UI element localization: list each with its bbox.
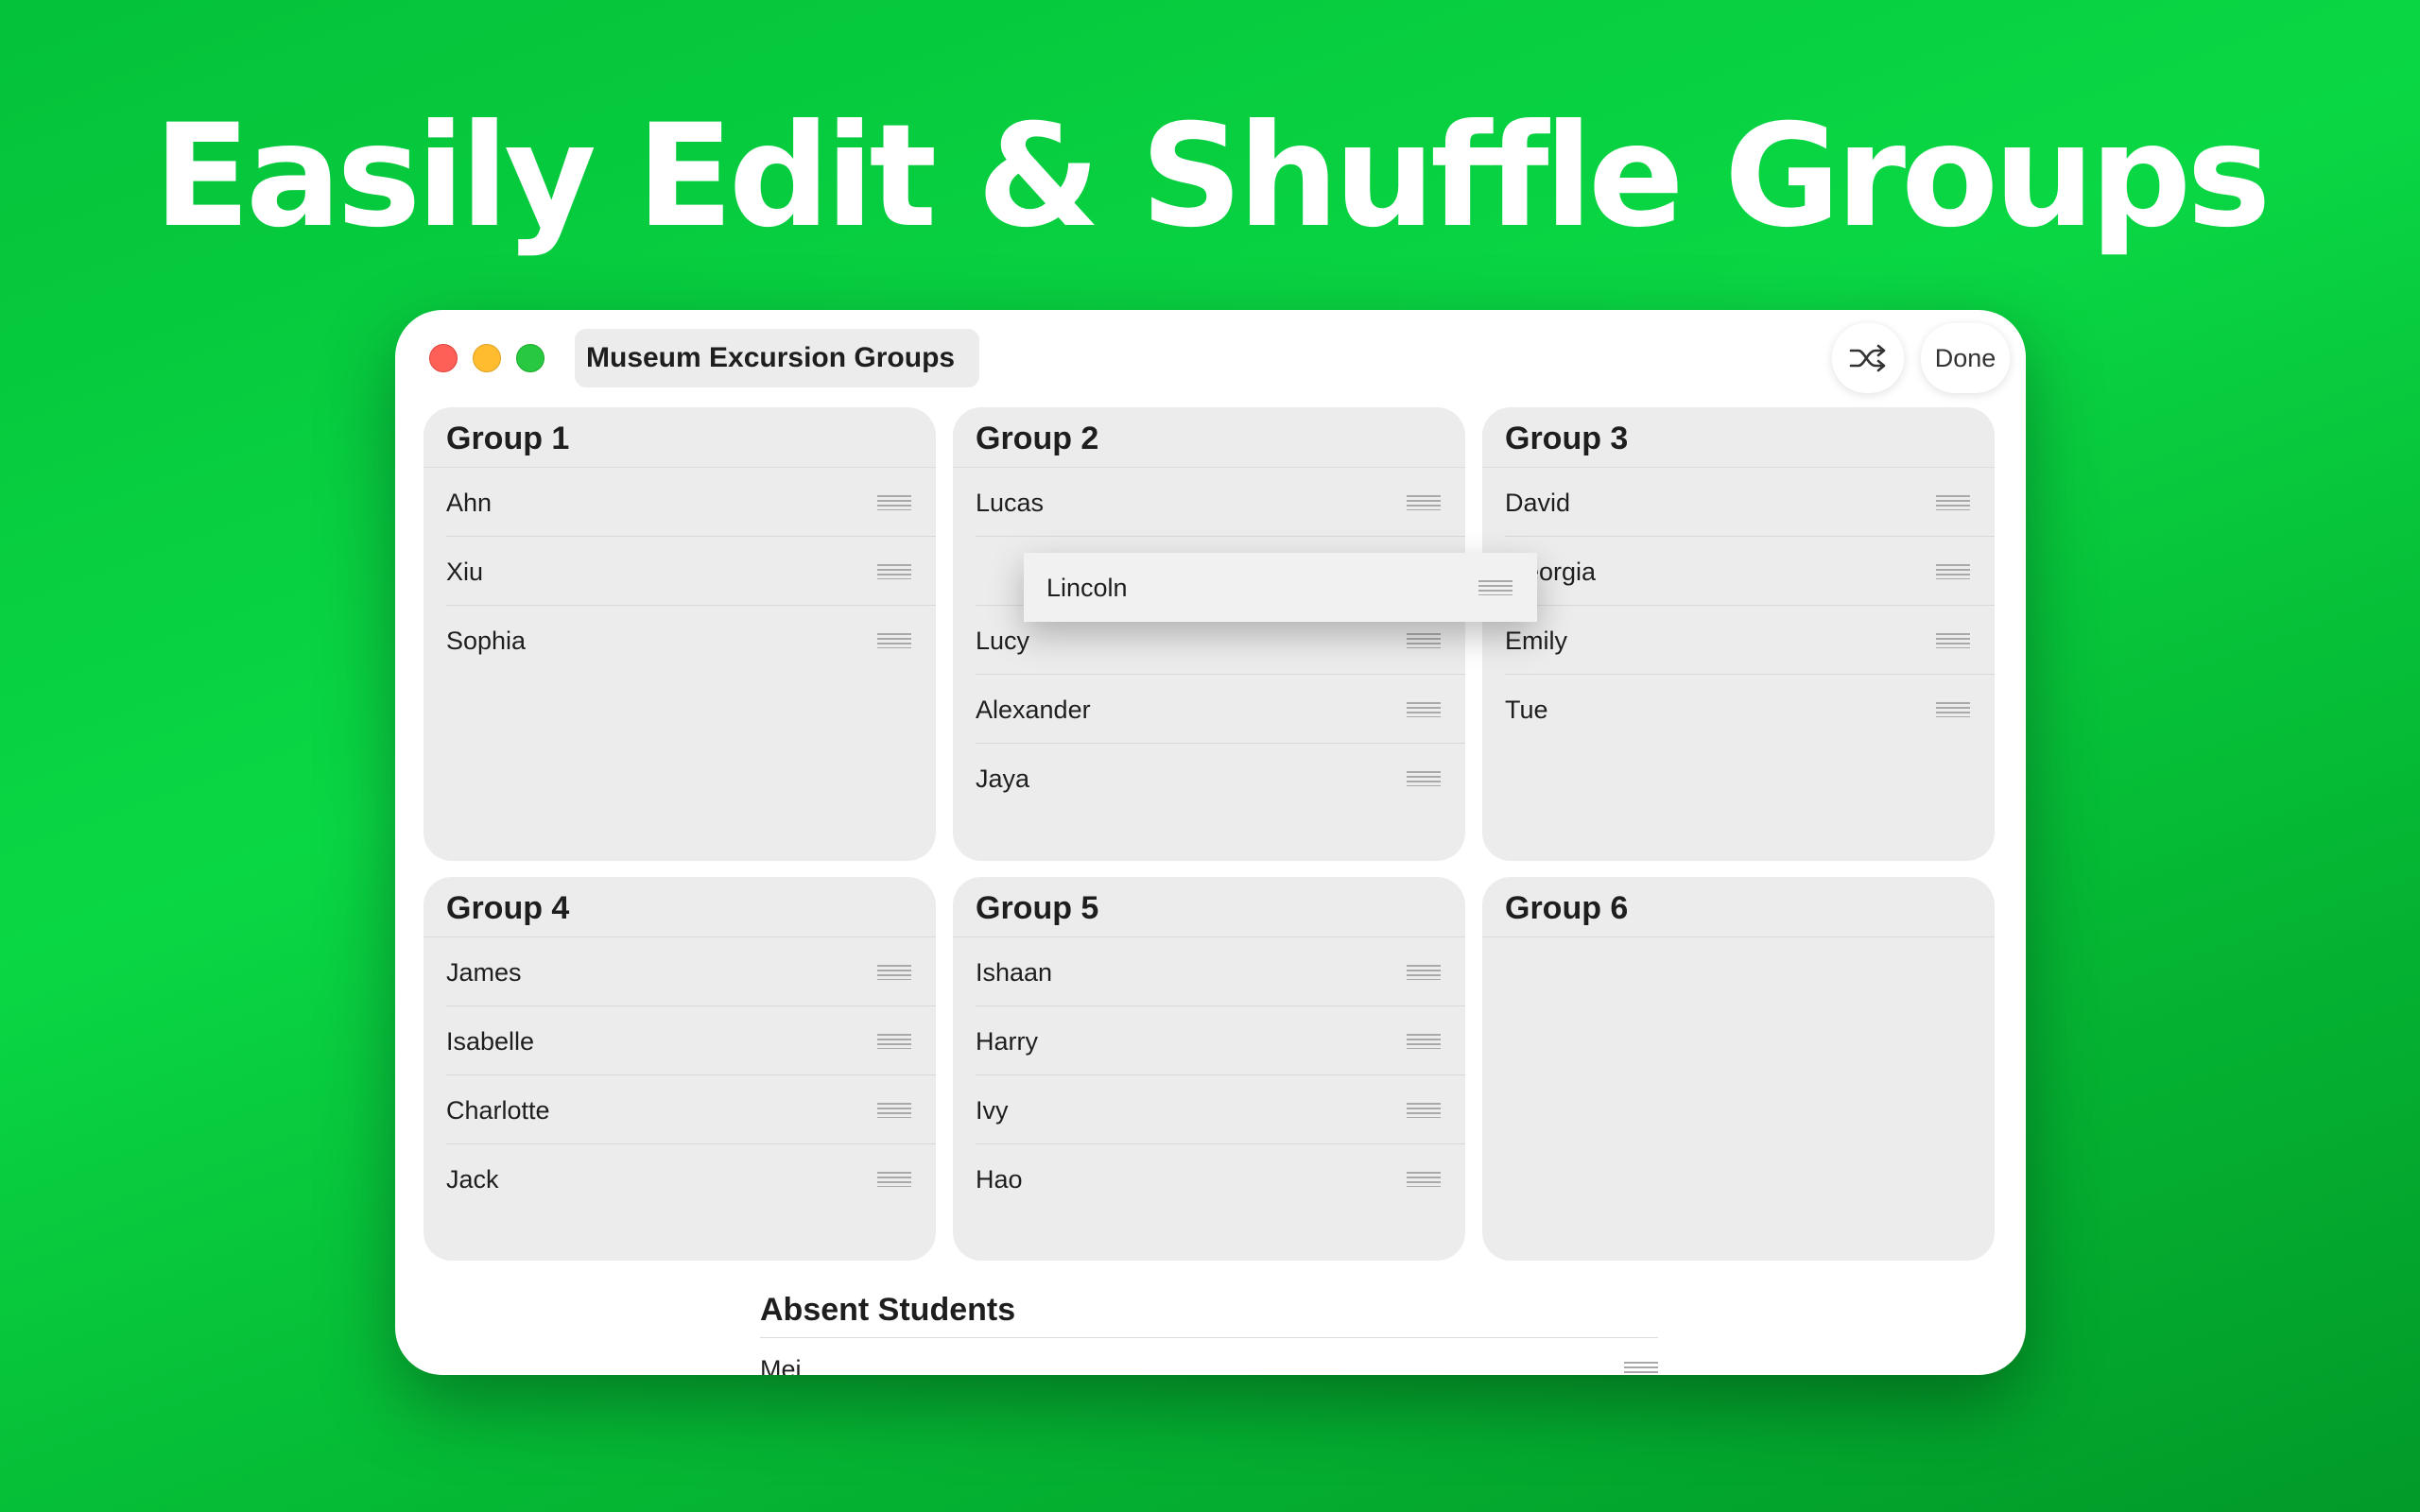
- group-card-5: Group 5 Ishaan Harry Ivy Hao: [953, 877, 1465, 1261]
- student-name: Isabelle: [446, 1027, 535, 1056]
- drag-handle-icon[interactable]: [1936, 702, 1970, 717]
- shuffle-button[interactable]: [1832, 323, 1904, 393]
- group-card-2: Group 2 Lucas Lucy Alexander Jaya: [953, 407, 1465, 861]
- drag-handle-icon[interactable]: [1407, 1103, 1441, 1118]
- group-title: Group 2: [953, 407, 1465, 468]
- student-name: Lucy: [976, 627, 1030, 655]
- drag-handle-icon[interactable]: [1407, 702, 1441, 717]
- student-row[interactable]: Lucas: [976, 468, 1465, 537]
- student-name: David: [1505, 489, 1571, 517]
- student-name: Jaya: [976, 765, 1030, 793]
- drag-handle-icon[interactable]: [1407, 1172, 1441, 1187]
- student-row[interactable]: Harry: [976, 1006, 1465, 1075]
- group-title: Group 6: [1482, 877, 1995, 937]
- student-row[interactable]: Georgia: [1505, 537, 1995, 606]
- student-row[interactable]: Tue: [1505, 675, 1995, 744]
- student-row[interactable]: David: [1505, 468, 1995, 537]
- student-name: Emily: [1505, 627, 1567, 655]
- student-row[interactable]: Ivy: [976, 1075, 1465, 1144]
- group-title: Group 5: [953, 877, 1465, 937]
- student-name: Harry: [976, 1027, 1038, 1056]
- student-name: Lincoln: [1046, 574, 1128, 602]
- student-row[interactable]: Mei: [760, 1338, 1658, 1375]
- group-title: Group 3: [1482, 407, 1995, 468]
- student-row[interactable]: Alexander: [976, 675, 1465, 744]
- group-card-4: Group 4 James Isabelle Charlotte Jack: [424, 877, 936, 1261]
- absent-students-section: Absent Students Mei: [760, 1285, 1658, 1375]
- student-name: Ivy: [976, 1096, 1009, 1125]
- shuffle-icon: [1849, 344, 1886, 372]
- student-row[interactable]: Hao: [976, 1144, 1465, 1213]
- student-row[interactable]: Jaya: [976, 744, 1465, 813]
- student-name: Mei: [760, 1355, 802, 1375]
- student-name: Jack: [446, 1165, 499, 1194]
- dragged-student-row[interactable]: Lincoln: [1024, 553, 1537, 622]
- student-row[interactable]: Ahn: [446, 468, 936, 537]
- drag-handle-icon[interactable]: [1478, 580, 1512, 595]
- group-card-6: Group 6: [1482, 877, 1995, 1261]
- drag-handle-icon[interactable]: [877, 965, 911, 980]
- drag-handle-icon[interactable]: [877, 1103, 911, 1118]
- drag-handle-icon[interactable]: [1407, 965, 1441, 980]
- headline: Easily Edit & Shuffle Groups: [153, 94, 2271, 259]
- group-title: Group 1: [424, 407, 936, 468]
- drag-handle-icon[interactable]: [1407, 495, 1441, 510]
- drag-handle-icon[interactable]: [1936, 564, 1970, 579]
- student-name: Alexander: [976, 696, 1091, 724]
- group-card-1: Group 1 Ahn Xiu Sophia: [424, 407, 936, 861]
- drag-handle-icon[interactable]: [1936, 495, 1970, 510]
- student-name: Xiu: [446, 558, 484, 586]
- document-title-field[interactable]: Museum Excursion Groups: [575, 329, 979, 387]
- student-row[interactable]: Ishaan: [976, 937, 1465, 1006]
- drag-handle-icon[interactable]: [1407, 633, 1441, 648]
- student-row[interactable]: Jack: [446, 1144, 936, 1213]
- drag-handle-icon[interactable]: [1624, 1362, 1658, 1375]
- close-window-button[interactable]: [429, 344, 458, 372]
- minimize-window-button[interactable]: [473, 344, 501, 372]
- student-name: Lucas: [976, 489, 1045, 517]
- student-name: Ishaan: [976, 958, 1053, 987]
- student-row[interactable]: Sophia: [446, 606, 936, 675]
- drag-handle-icon[interactable]: [877, 633, 911, 648]
- student-name: Sophia: [446, 627, 527, 655]
- student-name: James: [446, 958, 522, 987]
- group-card-3: Group 3 David Georgia Emily Tue: [1482, 407, 1995, 861]
- student-name: Charlotte: [446, 1096, 550, 1125]
- drag-handle-icon[interactable]: [877, 564, 911, 579]
- drag-handle-icon[interactable]: [877, 1172, 911, 1187]
- student-row[interactable]: Xiu: [446, 537, 936, 606]
- absent-students-title: Absent Students: [760, 1285, 1658, 1338]
- student-name: Hao: [976, 1165, 1023, 1194]
- student-row[interactable]: James: [446, 937, 936, 1006]
- drag-handle-icon[interactable]: [877, 1034, 911, 1049]
- group-title: Group 4: [424, 877, 936, 937]
- drag-handle-icon[interactable]: [1407, 1034, 1441, 1049]
- student-row[interactable]: Isabelle: [446, 1006, 936, 1075]
- drag-handle-icon[interactable]: [1936, 633, 1970, 648]
- student-name: Tue: [1505, 696, 1548, 724]
- student-name: Ahn: [446, 489, 493, 517]
- drag-handle-icon[interactable]: [877, 495, 911, 510]
- zoom-window-button[interactable]: [516, 344, 544, 372]
- drag-handle-icon[interactable]: [1407, 771, 1441, 786]
- done-button[interactable]: Done: [1921, 323, 2010, 393]
- student-row[interactable]: Emily: [1505, 606, 1995, 675]
- student-row[interactable]: Charlotte: [446, 1075, 936, 1144]
